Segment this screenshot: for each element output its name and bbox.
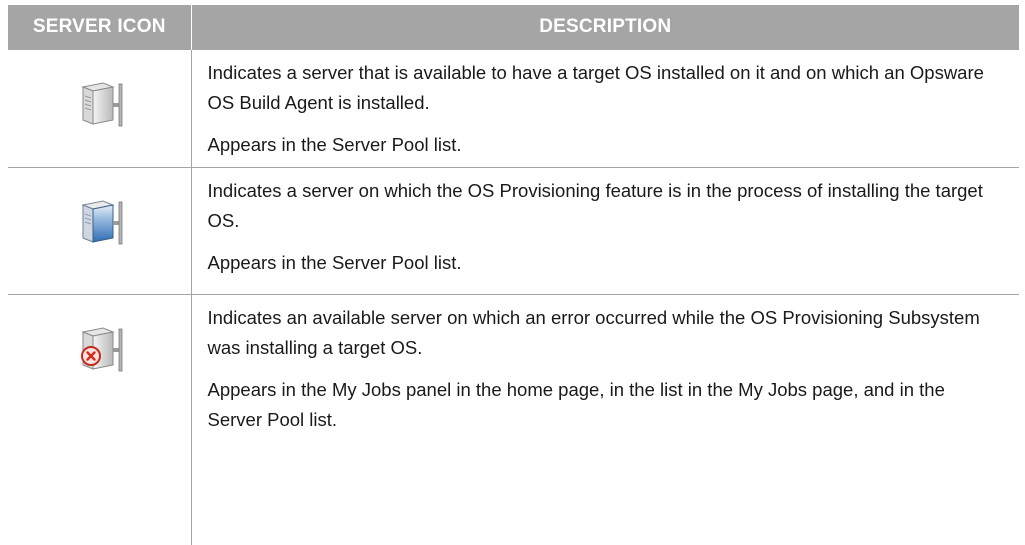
table-row: Indicates a server that is available to … (8, 49, 1019, 168)
icon-cell (8, 167, 191, 295)
row-note: Appears in the Server Pool list. (207, 252, 462, 273)
table-row: Indicates a server on which the OS Provi… (8, 167, 1019, 295)
row-note: Appears in the My Jobs panel in the home… (207, 379, 945, 430)
description-cell: Indicates a server on which the OS Provi… (190, 167, 1019, 295)
description-cell: Indicates an available server on which a… (190, 294, 1019, 545)
server-error-icon (69, 323, 129, 375)
icon-cell (8, 294, 191, 545)
row-description: Indicates an available server on which a… (207, 307, 980, 358)
server-icon-column-header: SERVER ICON (8, 5, 191, 50)
table-header-row: SERVER ICON DESCRIPTION (8, 5, 1019, 50)
server-installing-icon (69, 196, 129, 248)
table-row: Indicates an available server on which a… (8, 294, 1019, 545)
description-column-header: DESCRIPTION (190, 5, 1019, 50)
row-description: Indicates a server on which the OS Provi… (207, 180, 983, 231)
server-icon-table: SERVER ICON DESCRIPTION Indicates a serv… (8, 5, 1019, 545)
server-available-icon (69, 78, 129, 130)
icon-cell (8, 49, 191, 168)
row-note: Appears in the Server Pool list. (207, 134, 462, 155)
row-description: Indicates a server that is available to … (207, 62, 984, 113)
description-cell: Indicates a server that is available to … (190, 49, 1019, 168)
